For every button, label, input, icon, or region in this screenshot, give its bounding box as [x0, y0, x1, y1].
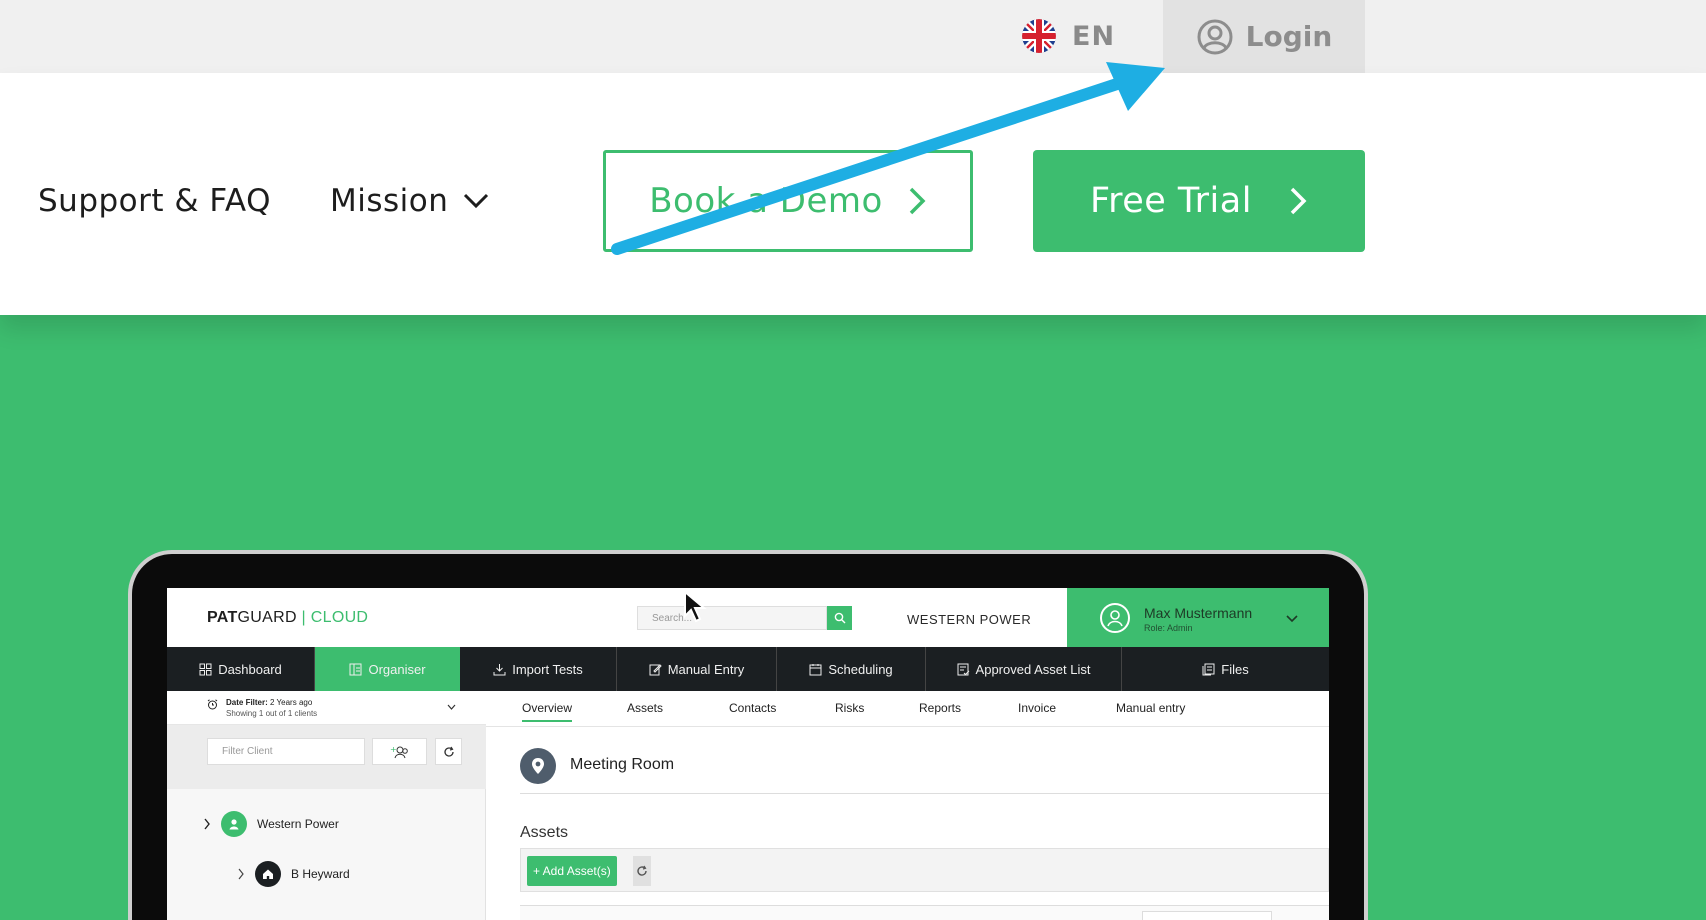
- alarm-clock-icon: [207, 699, 218, 710]
- site-content: Meeting Room Assets + Add Asset(s): [486, 727, 1329, 920]
- patguard-logo: PATGUARD | CLOUD: [207, 609, 369, 626]
- assets-table-header: [520, 905, 1329, 920]
- refresh-clients-button[interactable]: [435, 738, 462, 765]
- user-role: Role: Admin: [1144, 623, 1193, 633]
- menu-organiser[interactable]: Organiser: [315, 647, 460, 691]
- refresh-assets-button[interactable]: [633, 856, 651, 886]
- menu-dashboard[interactable]: Dashboard: [167, 647, 315, 691]
- add-assets-button[interactable]: + Add Asset(s): [527, 856, 617, 886]
- menu-approved-asset-list[interactable]: Approved Asset List: [926, 647, 1122, 691]
- tab-risks[interactable]: Risks: [835, 701, 864, 715]
- chevron-right-icon: [1290, 187, 1307, 215]
- tab-manual-entry[interactable]: Manual entry: [1116, 701, 1185, 715]
- location-pin-icon: [520, 748, 556, 784]
- user-icon: [221, 811, 247, 837]
- book-demo-label: Book a Demo: [649, 181, 883, 221]
- svg-text:+: +: [390, 745, 397, 754]
- search-input[interactable]: Search...: [637, 606, 827, 630]
- files-icon: [1202, 663, 1215, 675]
- refresh-icon: [637, 865, 647, 876]
- search-button[interactable]: [827, 606, 852, 630]
- tree-item-b-heyward[interactable]: B Heyward: [237, 861, 350, 887]
- room-title: Meeting Room: [570, 756, 675, 773]
- mouse-cursor-icon: [684, 590, 707, 623]
- login-button[interactable]: Login: [1163, 0, 1365, 73]
- calendar-icon: [809, 663, 822, 675]
- assets-heading: Assets: [520, 824, 569, 841]
- tree-item-label: Western Power: [257, 817, 339, 831]
- chevron-down-icon: [1286, 615, 1298, 623]
- refresh-icon: [443, 746, 454, 757]
- top-utility-bar: EN Login: [0, 0, 1706, 73]
- home-icon: [255, 861, 281, 887]
- tree-item-label: B Heyward: [291, 867, 350, 881]
- tab-overview[interactable]: Overview: [522, 701, 573, 722]
- chevron-down-icon: [447, 704, 456, 710]
- uk-flag-icon: [1022, 19, 1056, 53]
- menu-import-tests[interactable]: Import Tests: [460, 647, 617, 691]
- menu-files[interactable]: Files: [1122, 647, 1329, 691]
- client-filter-area: Filter Client +: [167, 725, 486, 789]
- user-avatar-icon: [1100, 603, 1130, 633]
- chevron-down-icon: [464, 193, 489, 209]
- date-filter-summary: Showing 1 out of 1 clients: [226, 709, 318, 718]
- chevron-right-icon: [238, 868, 244, 880]
- user-menu[interactable]: Max Mustermann Role: Admin: [1067, 588, 1329, 647]
- app-main-menu: Dashboard Organiser Import Tests Manual …: [167, 647, 1329, 691]
- client-name: WESTERN POWER: [907, 612, 1032, 627]
- language-code: EN: [1072, 20, 1116, 52]
- app-screen: PATGUARD | CLOUD Search... WESTERN POWER…: [167, 588, 1329, 920]
- chevron-right-icon: [204, 818, 210, 830]
- language-selector[interactable]: EN: [1022, 16, 1115, 56]
- divider: [520, 793, 1329, 794]
- checklist-icon: [957, 663, 969, 675]
- add-users-icon: +: [390, 745, 408, 758]
- site-tabs: Overview Assets Contacts Risks Reports I…: [486, 691, 1329, 727]
- search-icon: [834, 612, 845, 624]
- free-trial-button[interactable]: Free Trial: [1033, 150, 1365, 252]
- tab-invoice[interactable]: Invoice: [1018, 701, 1056, 715]
- edit-icon: [649, 663, 662, 675]
- download-icon: [493, 663, 506, 675]
- login-label: Login: [1245, 20, 1333, 53]
- date-filter-dropdown[interactable]: Date Filter: 2 Years ago Showing 1 out o…: [167, 691, 486, 725]
- chevron-right-icon: [909, 187, 926, 215]
- app-header: PATGUARD | CLOUD Search... WESTERN POWER…: [167, 588, 1329, 647]
- main-navigation: Support & FAQ Mission Book a Demo Free T…: [0, 73, 1706, 315]
- add-client-button[interactable]: +: [372, 738, 427, 765]
- client-sidebar: Date Filter: 2 Years ago Showing 1 out o…: [167, 691, 486, 920]
- tree-item-western-power[interactable]: Western Power: [203, 811, 339, 837]
- book-demo-button[interactable]: Book a Demo: [603, 150, 973, 252]
- filter-client-input[interactable]: Filter Client: [207, 738, 365, 765]
- nav-support-faq[interactable]: Support & FAQ: [38, 183, 271, 219]
- tab-assets[interactable]: Assets: [627, 701, 663, 715]
- grid-icon: [199, 663, 212, 675]
- date-filter-title: Date Filter: 2 Years ago: [226, 698, 313, 707]
- assets-toolbar: + Add Asset(s): [520, 848, 1329, 892]
- free-trial-label: Free Trial: [1090, 181, 1252, 221]
- user-name: Max Mustermann: [1144, 605, 1253, 621]
- user-circle-icon: [1197, 19, 1233, 54]
- table-search-input[interactable]: [1142, 911, 1272, 920]
- menu-scheduling[interactable]: Scheduling: [777, 647, 926, 691]
- organiser-icon: [349, 663, 362, 675]
- menu-manual-entry[interactable]: Manual Entry: [617, 647, 777, 691]
- nav-mission-label: Mission: [330, 183, 449, 219]
- tab-contacts[interactable]: Contacts: [729, 701, 776, 715]
- nav-mission-dropdown[interactable]: Mission: [330, 183, 490, 219]
- tab-reports[interactable]: Reports: [919, 701, 961, 715]
